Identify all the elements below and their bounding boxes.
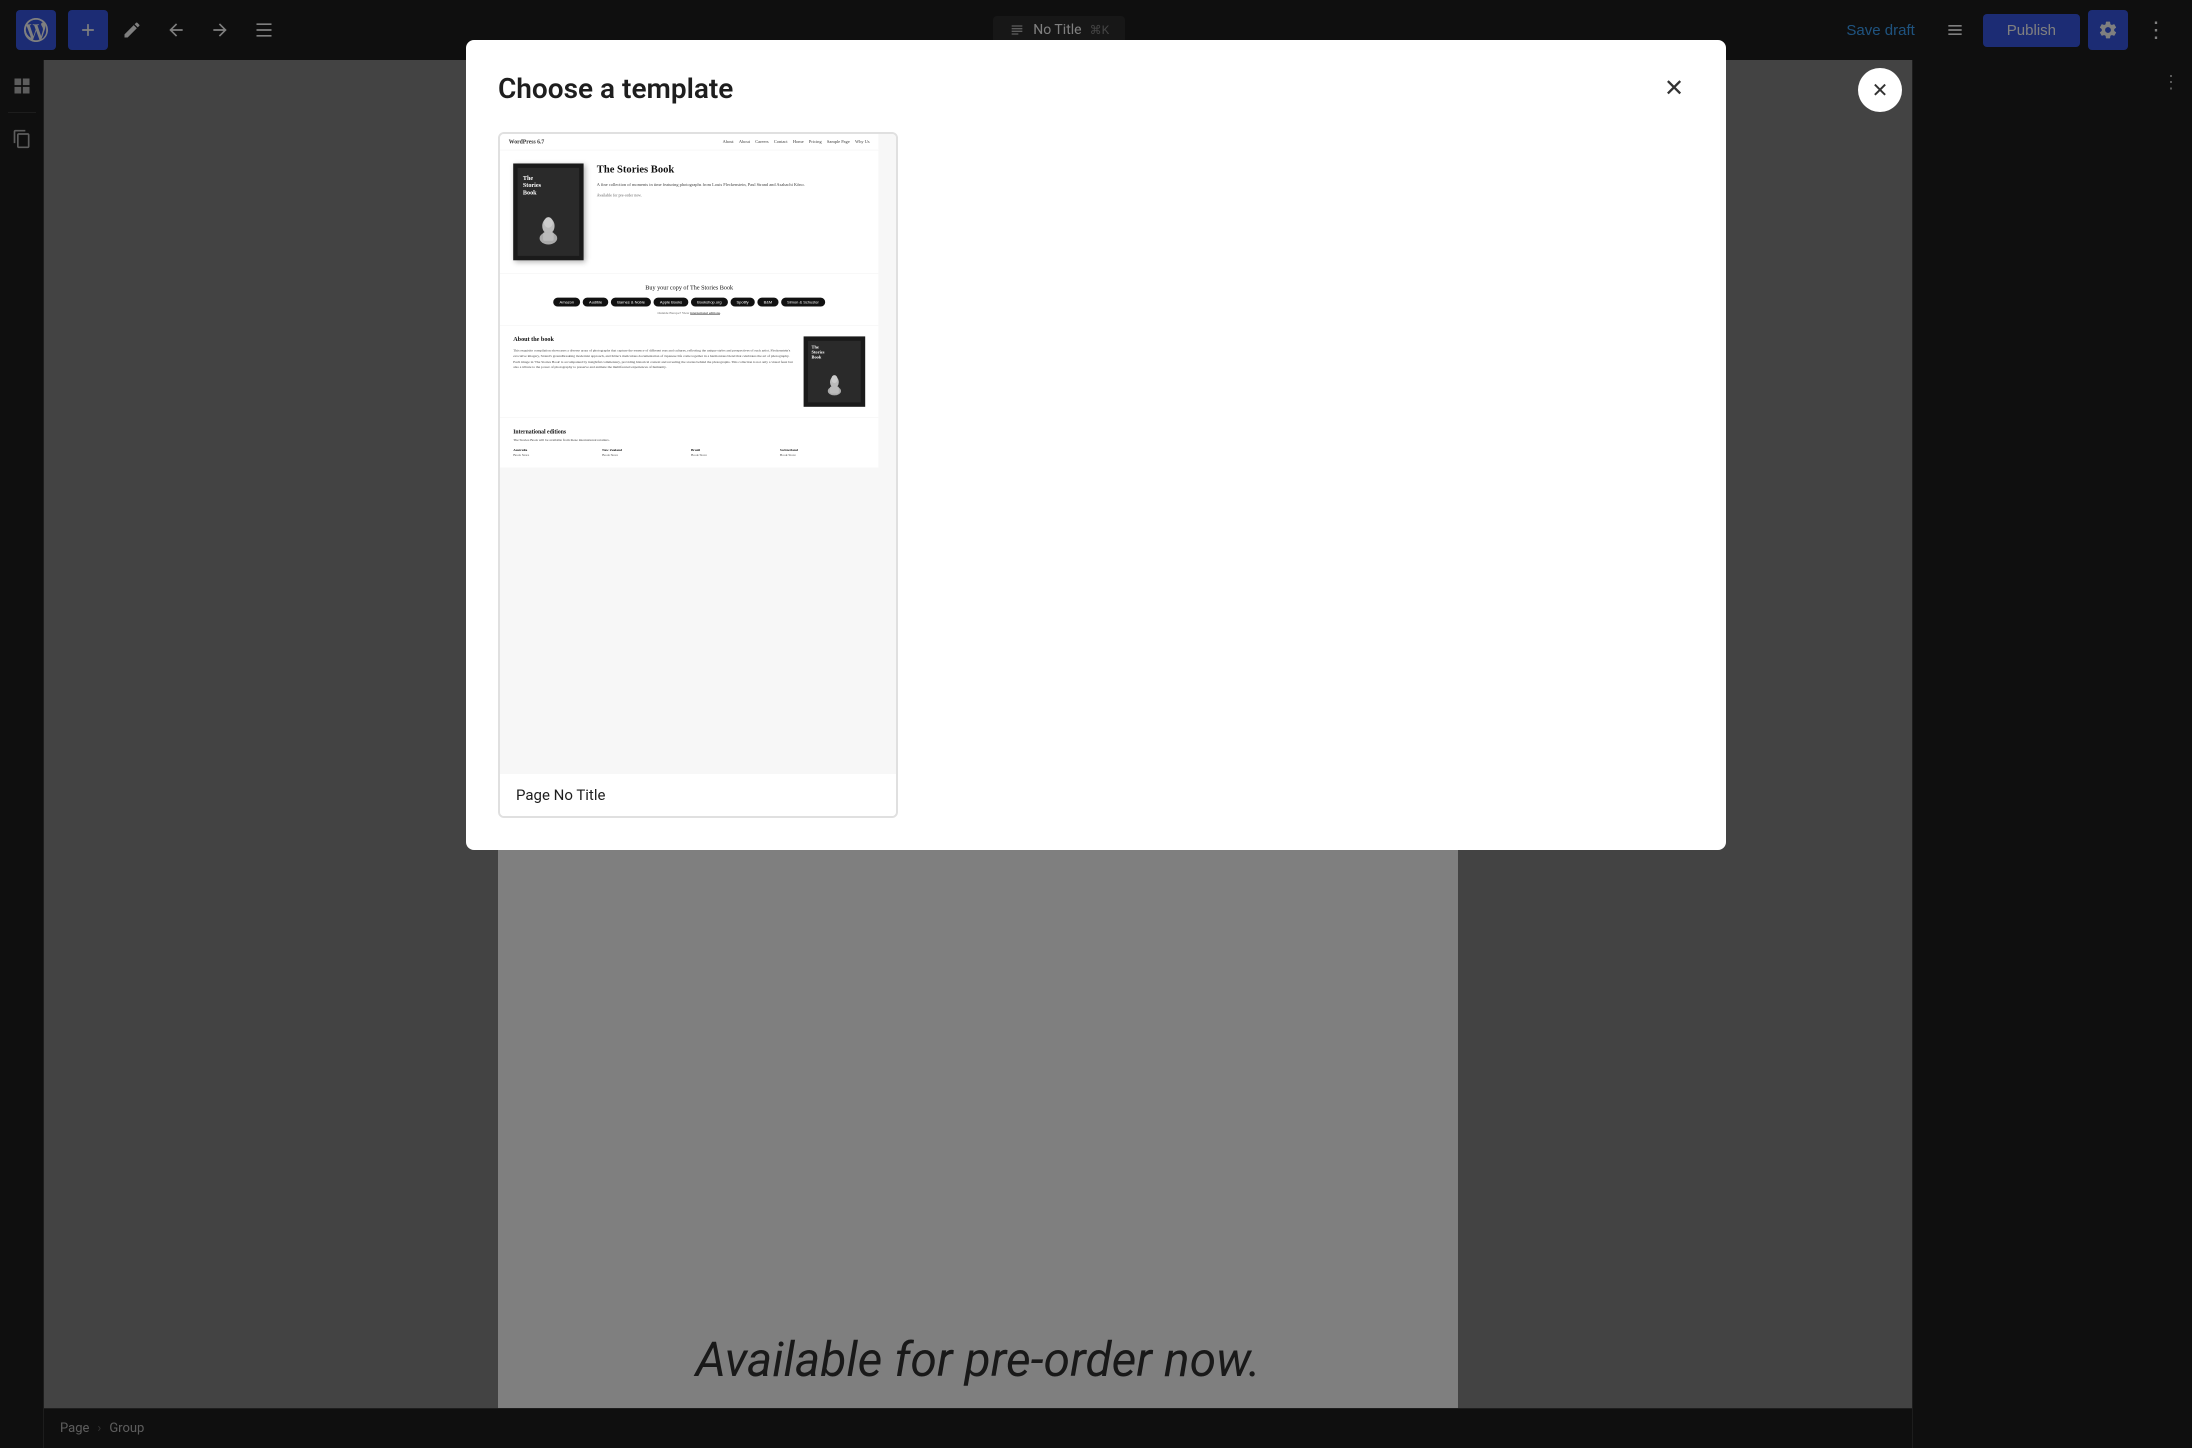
intl-cell-australia: Australia Book Store	[513, 448, 598, 457]
nav-link-about2: About	[739, 140, 750, 145]
nav-link-careers: Careers	[755, 140, 768, 145]
mini-nav: WordPress 6.7 About About Careers Contac…	[500, 134, 878, 150]
nav-link-sample: Sample Page	[827, 140, 850, 145]
mini-about-bust-svg	[825, 373, 844, 398]
mini-buy-section: Buy your copy of The Stories Book Amazon…	[500, 273, 878, 325]
template-label: Page No Title	[500, 774, 896, 816]
mini-about-text: About the book This exquisite compilatio…	[513, 336, 793, 406]
nav-link-about1: About	[723, 140, 734, 145]
nav-link-why: Why Us	[855, 140, 870, 145]
template-card[interactable]: WordPress 6.7 About About Careers Contac…	[498, 132, 898, 818]
nav-link-pricing: Pricing	[809, 140, 822, 145]
modal-overlay: Choose a template ✕ WordPress 6.7 About …	[0, 0, 2192, 1448]
nav-link-home: Home	[793, 140, 804, 145]
intl-cell-brazil: Brazil Book Store	[691, 448, 776, 457]
buy-btn-spotify: Spotify	[730, 298, 754, 307]
mini-book-cover: TheStoriesBook	[513, 163, 583, 260]
template-chooser-modal: Choose a template ✕ WordPress 6.7 About …	[466, 40, 1726, 850]
buy-btn-bookshop: Bookshop.org	[691, 298, 728, 307]
mini-buy-note: Outside Europe? View international editi…	[511, 311, 868, 315]
template-preview: WordPress 6.7 About About Careers Contac…	[500, 134, 896, 774]
mini-book-cover-title: TheStoriesBook	[523, 175, 541, 197]
mini-hero-description: A fine collection of moments in time fea…	[597, 181, 865, 188]
mini-about: About the book This exquisite compilatio…	[500, 325, 878, 417]
mini-buy-title: Buy your copy of The Stories Book	[511, 284, 868, 291]
mini-about-heading: About the book	[513, 336, 793, 343]
modal-close-button[interactable]: ✕	[1654, 68, 1694, 108]
mini-intl-description: The Stories Book will be available from …	[513, 438, 865, 442]
modal-header: Choose a template ✕	[466, 40, 1726, 108]
mini-hero-availability: Available for pre-order now.	[597, 193, 865, 197]
intl-cell-switzerland: Switzerland Book Store	[780, 448, 865, 457]
mini-nav-links: About About Careers Contact Home Pricing…	[723, 140, 870, 145]
mini-hero-text: The Stories Book A fine collection of mo…	[597, 163, 865, 197]
modal-body: WordPress 6.7 About About Careers Contac…	[466, 108, 1726, 850]
modal-outer-close-button[interactable]: ✕	[1858, 68, 1902, 112]
buy-btn-audible: Audible	[583, 298, 609, 307]
buy-btn-simon: Simon & Schuster	[781, 298, 825, 307]
mini-hero-heading: The Stories Book	[597, 163, 865, 176]
mini-buy-buttons: Amazon Audible Barnes & Noble Apple Book…	[511, 298, 868, 307]
intl-cell-new-zealand: New Zealand Book Store	[602, 448, 687, 457]
mini-book-cover-inner: TheStoriesBook	[518, 168, 580, 256]
modal-title: Choose a template	[498, 72, 733, 105]
mini-about-book-title: TheStoriesBook	[812, 345, 825, 360]
mini-intl-grid: Australia Book Store New Zealand Book St…	[513, 448, 865, 457]
mini-international: International editions The Stories Book …	[500, 417, 878, 467]
nav-link-contact: Contact	[774, 140, 788, 145]
intl-editions-link: international editions	[690, 311, 720, 315]
buy-btn-bn: Barnes & Noble	[611, 298, 651, 307]
mini-site-preview: WordPress 6.7 About About Careers Contac…	[500, 134, 878, 468]
mini-about-book: TheStoriesBook	[804, 336, 866, 406]
mini-bust-svg	[535, 214, 561, 249]
mini-about-book-inner: TheStoriesBook	[808, 341, 861, 403]
mini-about-description: This exquisite compilation showcases a d…	[513, 348, 793, 371]
buy-btn-amazon: Amazon	[553, 298, 580, 307]
buy-btn-bam: B&M	[757, 298, 778, 307]
mini-intl-heading: International editions	[513, 428, 865, 435]
buy-btn-apple: Apple Books	[654, 298, 689, 307]
mini-nav-logo: WordPress 6.7	[509, 138, 544, 145]
mini-hero: TheStoriesBook	[500, 150, 878, 273]
